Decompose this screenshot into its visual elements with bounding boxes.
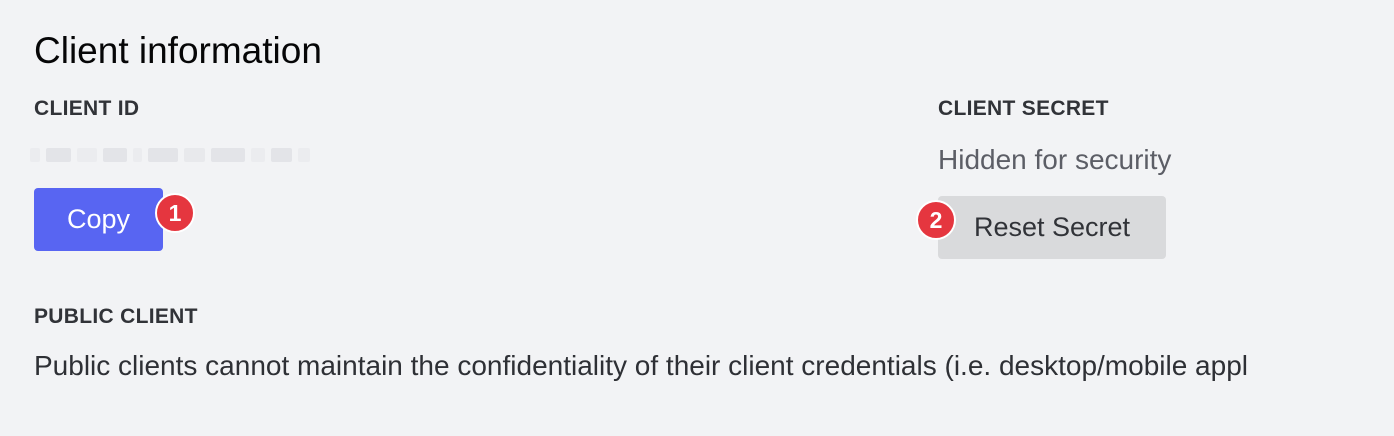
public-client-description: Public clients cannot maintain the confi… — [34, 350, 1248, 381]
public-client-label: PUBLIC CLIENT — [34, 305, 198, 328]
section-title: Client information — [34, 30, 322, 71]
reset-secret-button[interactable]: Reset Secret — [938, 196, 1166, 259]
client-id-value-redacted — [30, 133, 311, 177]
step-marker-2: 2 — [916, 200, 956, 240]
client-id-label: CLIENT ID — [34, 97, 140, 120]
step-marker-1: 1 — [155, 193, 195, 233]
client-secret-label: CLIENT SECRET — [938, 97, 1109, 120]
client-secret-value: Hidden for security — [938, 144, 1172, 175]
copy-client-id-button[interactable]: Copy — [34, 188, 163, 251]
